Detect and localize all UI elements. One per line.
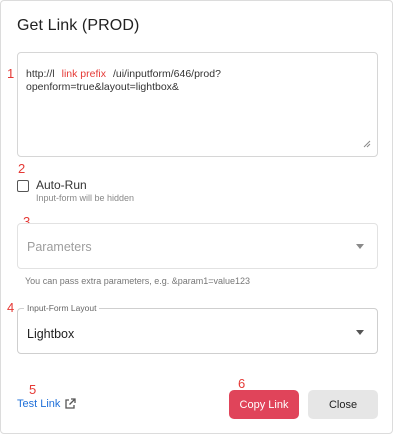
step-marker-2: 2: [18, 161, 26, 176]
link-url-field[interactable]: http://l link prefix/ui/inputform/646/pro…: [17, 52, 378, 157]
chevron-down-icon: [356, 244, 364, 249]
url-query-text: openform=true&layout=lightbox&: [26, 81, 179, 93]
auto-run-label: Auto-Run: [36, 178, 87, 192]
auto-run-row[interactable]: Auto-Run Input-form will be hidden: [17, 178, 134, 204]
step-marker-4: 4: [7, 300, 15, 315]
chevron-down-icon: [356, 330, 364, 335]
auto-run-checkbox[interactable]: [17, 180, 29, 192]
parameters-helper-text: You can pass extra parameters, e.g. &par…: [25, 276, 251, 286]
auto-run-hint: Input-form will be hidden: [36, 193, 135, 203]
input-form-layout-legend: Input-Form Layout: [24, 303, 100, 314]
link-prefix-label: link prefix: [61, 68, 106, 80]
get-link-dialog: Get Link (PROD) 1 2 3 4 5 6 http://l link…: [0, 0, 393, 434]
copy-link-button[interactable]: Copy Link: [229, 390, 299, 419]
input-form-layout-select[interactable]: Input-Form Layout Lightbox: [17, 303, 378, 354]
dialog-title: Get Link (PROD): [17, 17, 140, 34]
test-link-label: Test Link: [17, 398, 61, 410]
step-marker-6: 6: [238, 376, 246, 391]
resize-handle-icon[interactable]: [363, 140, 371, 148]
link-url-text: http://l link prefix/ui/inputform/646/pro…: [26, 68, 367, 94]
test-link[interactable]: Test Link: [17, 398, 77, 410]
parameters-placeholder: Parameters: [27, 240, 92, 254]
external-link-icon: [65, 398, 77, 409]
parameters-select[interactable]: Parameters: [17, 223, 378, 269]
step-marker-5: 5: [29, 382, 37, 397]
url-path-text: /ui/inputform/646/prod?: [112, 68, 221, 80]
input-form-layout-value: Lightbox: [27, 327, 75, 341]
step-marker-1: 1: [7, 66, 15, 81]
url-scheme-text: http://l: [26, 68, 55, 80]
close-button[interactable]: Close: [308, 390, 378, 419]
